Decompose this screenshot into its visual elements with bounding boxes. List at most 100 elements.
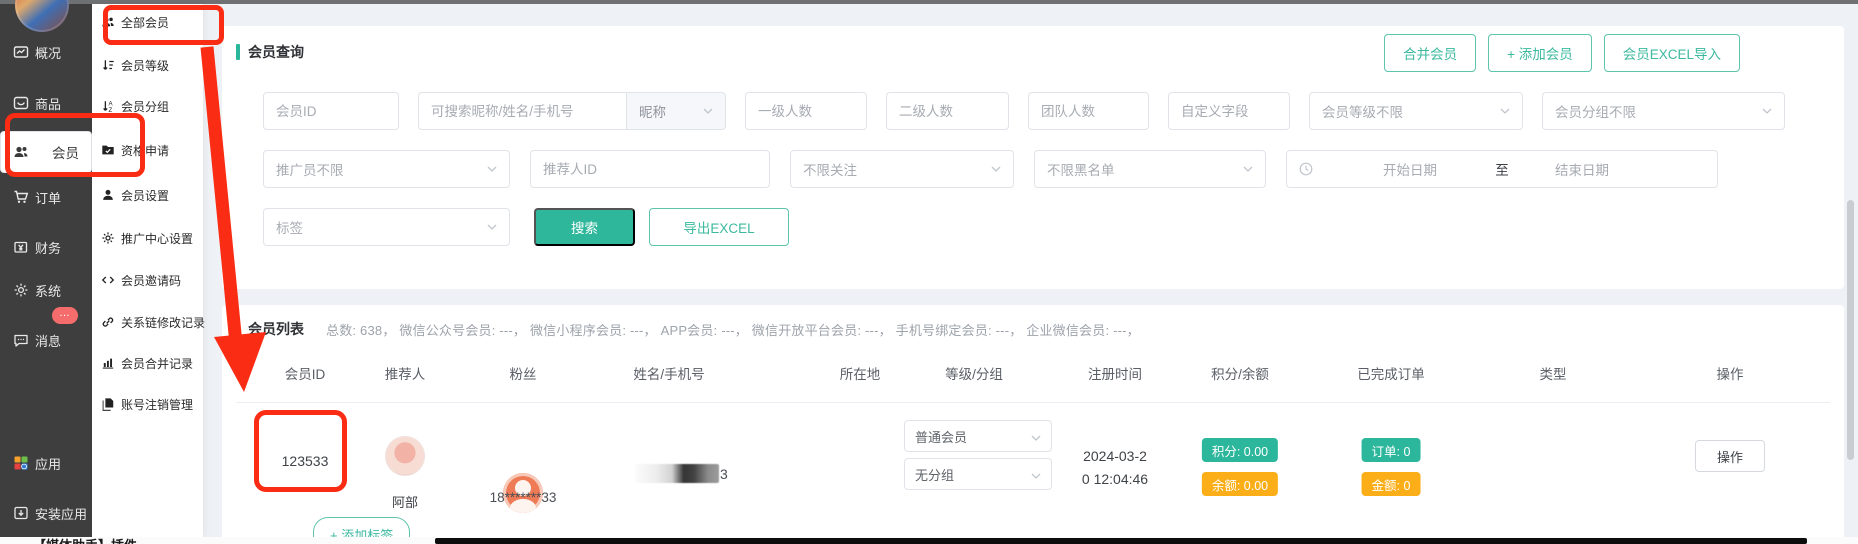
col-completed-orders: 已完成订单 — [1357, 363, 1425, 383]
submenu-item-qualification[interactable]: 资格申请 — [92, 134, 203, 166]
section-title: 会员查询 — [248, 42, 304, 62]
row-group-select[interactable]: 无分组 — [904, 458, 1052, 490]
tag-select[interactable]: 标签 — [263, 208, 510, 246]
code-icon — [101, 273, 115, 287]
sidebar-item-messages[interactable]: 消息 — [0, 322, 92, 358]
goods-box-icon — [13, 95, 29, 111]
select-value: 昵称 — [639, 101, 666, 121]
custom-field-input[interactable] — [1168, 92, 1290, 130]
submenu-item-label: 会员等级 — [121, 57, 169, 74]
member-level-select[interactable]: 会员等级不限 — [1309, 92, 1523, 130]
chevron-down-icon — [487, 166, 497, 172]
export-excel-button[interactable]: 导出EXCEL — [649, 208, 789, 246]
keyword-combo: 昵称 — [418, 92, 726, 130]
overview-chart-icon — [13, 44, 29, 60]
team-count-input[interactable] — [1028, 92, 1149, 130]
sidebar-item-label: 财务 — [35, 238, 61, 257]
col-name-phone: 姓名/手机号 — [633, 363, 704, 383]
points-badge: 积分: 0.00 — [1202, 438, 1278, 462]
select-value: 推广员不限 — [276, 159, 344, 179]
submenu-item-member-levels[interactable]: 会员等级 — [92, 49, 203, 81]
section-header: 会员查询 — [236, 42, 304, 62]
install-download-icon — [13, 505, 29, 521]
promoter-select[interactable]: 推广员不限 — [263, 150, 510, 188]
bar-chart-icon — [101, 356, 115, 370]
member-excel-import-button[interactable]: 会员EXCEL导入 — [1604, 34, 1740, 72]
member-group-select[interactable]: 会员分组不限 — [1542, 92, 1785, 130]
vertical-scrollbar[interactable] — [1847, 200, 1854, 460]
submenu-item-label: 账号注销管理 — [121, 396, 193, 413]
member-id-input[interactable] — [263, 92, 399, 130]
sort-az-icon: AZ — [101, 99, 115, 113]
query-actions: 合并会员 + 添加会员 会员EXCEL导入 — [1384, 34, 1740, 72]
keyword-input[interactable] — [418, 92, 626, 130]
sidebar-item-goods[interactable]: 商品 — [0, 85, 92, 121]
date-end-placeholder: 结束日期 — [1555, 159, 1609, 179]
select-value: 会员等级不限 — [1322, 101, 1403, 121]
submenu-item-label: 资格申请 — [121, 142, 169, 159]
sidebar-item-system[interactable]: 系统 — [0, 272, 92, 308]
submenu-item-member-settings[interactable]: 会员设置 — [92, 179, 203, 211]
search-button[interactable]: 搜索 — [534, 208, 635, 246]
submenu-item-account-cancellation[interactable]: 账号注销管理 — [92, 388, 203, 420]
submenu-item-promo-center-settings[interactable]: 推广中心设置 — [92, 222, 203, 254]
row-action-button[interactable]: 操作 — [1695, 440, 1765, 472]
referrer-avatar[interactable] — [385, 436, 425, 476]
follow-select[interactable]: 不限关注 — [790, 150, 1014, 188]
blacklist-select[interactable]: 不限黑名单 — [1034, 150, 1266, 188]
submenu-item-member-groups[interactable]: AZ 会员分组 — [92, 90, 203, 122]
filter-row-1: 昵称 会员等级不限 会员分组不限 — [263, 92, 1785, 130]
submenu-item-merge-log[interactable]: 会员合并记录 — [92, 347, 203, 379]
finance-yen-icon — [13, 239, 29, 255]
workspace-avatar[interactable] — [15, 0, 69, 32]
sidebar-item-overview[interactable]: 概况 — [0, 34, 92, 70]
col-reg-time: 注册时间 — [1088, 363, 1142, 383]
keyword-type-select[interactable]: 昵称 — [626, 92, 726, 130]
section-accent-bar — [236, 44, 240, 60]
chevron-down-icon — [1762, 108, 1772, 114]
referrer-id-input[interactable] — [530, 150, 770, 188]
primary-sidebar: 概况 商品 会员 订单 财务 系统 消息 … 应用 — [0, 4, 92, 537]
merge-members-button[interactable]: 合并会员 — [1384, 34, 1476, 72]
filter-row-2: 推广员不限 不限关注 不限黑名单 开始日期 至 结束日期 — [263, 150, 1718, 188]
clock-icon — [1299, 162, 1313, 176]
chevron-down-icon — [1243, 166, 1253, 172]
sidebar-item-apps[interactable]: 应用 — [0, 445, 92, 481]
add-member-button[interactable]: + 添加会员 — [1488, 34, 1592, 72]
sidebar-item-label: 会员 — [52, 142, 79, 162]
sidebar-item-label: 消息 — [35, 331, 61, 350]
folder-check-icon — [101, 143, 115, 157]
col-points-balance: 积分/余额 — [1211, 363, 1269, 383]
row-level-select[interactable]: 普通会员 — [904, 420, 1052, 452]
level1-count-input[interactable] — [745, 92, 867, 130]
chevron-down-icon — [991, 166, 1001, 172]
level2-count-input[interactable] — [886, 92, 1009, 130]
submenu-item-label: 会员邀请码 — [121, 272, 181, 289]
clipped-footer-text: 【媒体助手】插件 — [33, 535, 137, 544]
submenu-item-label: 会员分组 — [121, 98, 169, 115]
sidebar-item-members[interactable]: 会员 — [0, 131, 92, 173]
date-range-picker[interactable]: 开始日期 至 结束日期 — [1286, 150, 1718, 188]
sidebar-item-install-apps[interactable]: 安装应用 — [0, 495, 92, 531]
chevron-down-icon — [703, 108, 713, 114]
app-window: 概况 商品 会员 订单 财务 系统 消息 … 应用 — [0, 0, 1858, 544]
cell-member-id: 123533 — [282, 453, 329, 469]
sidebar-item-label: 概况 — [35, 43, 61, 62]
messages-badge: … — [52, 307, 78, 324]
chevron-down-icon — [1031, 429, 1041, 444]
chat-bubble-icon — [13, 332, 29, 348]
sidebar-item-finance[interactable]: 财务 — [0, 229, 92, 265]
reg-time-line2: 0 12:04:46 — [1082, 468, 1148, 491]
submenu-item-all-members[interactable]: 全部会员 — [92, 6, 203, 38]
table-divider — [236, 402, 1830, 403]
submenu-item-invite-code[interactable]: 会员邀请码 — [92, 264, 203, 296]
filter-row-3: 标签 搜索 导出EXCEL — [263, 208, 789, 246]
sidebar-item-orders[interactable]: 订单 — [0, 179, 92, 215]
select-value: 不限关注 — [803, 159, 857, 179]
submenu-item-relation-change-log[interactable]: 关系链修改记录 — [92, 306, 203, 338]
select-value: 无分组 — [915, 465, 954, 484]
members-icon — [13, 144, 29, 160]
gear-icon — [101, 231, 115, 245]
select-value: 普通会员 — [915, 427, 967, 446]
col-type: 类型 — [1540, 363, 1567, 383]
